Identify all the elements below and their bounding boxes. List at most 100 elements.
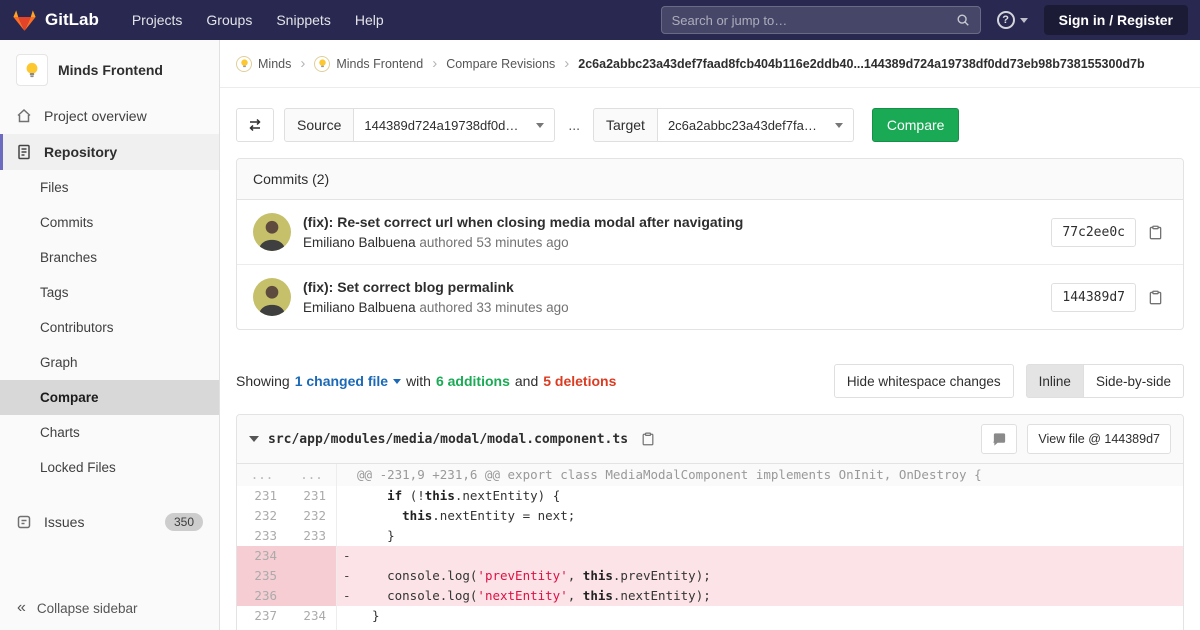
commit-author-avatar[interactable] bbox=[253, 213, 291, 251]
breadcrumb-item[interactable]: Minds Frontend bbox=[314, 56, 423, 72]
diff-new-line-number[interactable]: 231 bbox=[287, 486, 337, 506]
diff-line: 238235 bbox=[237, 626, 1183, 630]
nav-item-help[interactable]: Help bbox=[344, 6, 395, 34]
commits-panel-title: Commits (2) bbox=[237, 159, 1183, 200]
commit-author-link[interactable]: Emiliano Balbuena bbox=[303, 300, 416, 315]
showing-label: Showing bbox=[236, 373, 290, 389]
diff-line: 237234 } bbox=[237, 606, 1183, 626]
collapse-diff-icon[interactable] bbox=[249, 436, 259, 442]
sidebar-item-charts[interactable]: Charts bbox=[0, 415, 219, 450]
diff-code-line: - console.log('nextEntity', this.nextEnt… bbox=[337, 586, 1183, 606]
diff-code-line bbox=[337, 626, 1183, 630]
commit-title-link[interactable]: (fix): Re-set correct url when closing m… bbox=[303, 214, 1051, 230]
revision-range-separator: ... bbox=[568, 117, 580, 133]
copy-commit-sha-button[interactable] bbox=[1144, 286, 1167, 309]
side-by-side-view-button[interactable]: Side-by-side bbox=[1084, 364, 1184, 398]
gitlab-home-link[interactable]: GitLab bbox=[12, 8, 99, 33]
diff-new-line-number[interactable] bbox=[287, 546, 337, 566]
changed-files-dropdown[interactable]: 1 changed file bbox=[295, 373, 401, 389]
project-context-header[interactable]: Minds Frontend bbox=[0, 40, 219, 98]
commit-sha-button[interactable]: 77c2ee0c bbox=[1051, 218, 1136, 247]
nav-item-groups[interactable]: Groups bbox=[195, 6, 263, 34]
sidebar-item-files[interactable]: Files bbox=[0, 170, 219, 205]
project-name: Minds Frontend bbox=[58, 62, 163, 78]
swap-revisions-button[interactable] bbox=[236, 108, 274, 142]
hide-whitespace-button[interactable]: Hide whitespace changes bbox=[834, 364, 1014, 398]
diff-new-line-number[interactable] bbox=[287, 586, 337, 606]
collapse-sidebar-label: Collapse sidebar bbox=[37, 601, 138, 616]
nav-item-projects[interactable]: Projects bbox=[121, 6, 194, 34]
collapse-sidebar-button[interactable]: « Collapse sidebar bbox=[0, 586, 219, 630]
commit-title-link[interactable]: (fix): Set correct blog permalink bbox=[303, 279, 1051, 295]
project-sidebar: Minds Frontend Project overview Reposito… bbox=[0, 40, 220, 630]
changed-files-label: 1 changed file bbox=[295, 373, 388, 389]
diff-file-path[interactable]: src/app/modules/media/modal/modal.compon… bbox=[268, 432, 628, 447]
diff-old-line-number[interactable]: 232 bbox=[237, 506, 287, 526]
view-file-button[interactable]: View file @ 144389d7 bbox=[1027, 424, 1171, 454]
sidebar-item-branches[interactable]: Branches bbox=[0, 240, 219, 275]
sidebar-item-graph[interactable]: Graph bbox=[0, 345, 219, 380]
diff-new-line-number[interactable]: 232 bbox=[287, 506, 337, 526]
help-dropdown[interactable]: ? bbox=[997, 11, 1028, 29]
diff-code-line: @@ -231,9 +231,6 @@ export class MediaMo… bbox=[337, 464, 1183, 486]
chevron-down-icon bbox=[536, 123, 544, 128]
target-revision-group: Target 2c6a2abbc23a43def7fa… bbox=[593, 108, 854, 142]
breadcrumb-item[interactable]: Minds bbox=[236, 56, 291, 72]
breadcrumb: Minds›Minds Frontend›Compare Revisions›2… bbox=[220, 40, 1200, 88]
copy-commit-sha-button[interactable] bbox=[1144, 221, 1167, 244]
chevron-down-icon bbox=[835, 123, 843, 128]
nav-item-snippets[interactable]: Snippets bbox=[265, 6, 341, 34]
issues-count-badge: 350 bbox=[165, 513, 203, 531]
breadcrumb-separator-icon: › bbox=[300, 55, 305, 72]
sidebar-item-contributors[interactable]: Contributors bbox=[0, 310, 219, 345]
navbar-menu: ProjectsGroupsSnippetsHelp bbox=[121, 6, 395, 34]
diff-old-line-number: ... bbox=[237, 464, 287, 486]
inline-view-button[interactable]: Inline bbox=[1026, 364, 1084, 398]
diff-old-line-number[interactable]: 238 bbox=[237, 626, 287, 630]
diff-line: 232232 this.nextEntity = next; bbox=[237, 506, 1183, 526]
breadcrumb-separator-icon: › bbox=[564, 55, 569, 72]
diff-old-line-number[interactable]: 236 bbox=[237, 586, 287, 606]
sign-in-register-button[interactable]: Sign in / Register bbox=[1044, 5, 1188, 35]
diff-line: 231231 if (!this.nextEntity) { bbox=[237, 486, 1183, 506]
chevron-down-icon bbox=[1020, 18, 1028, 23]
sidebar-item-label: Repository bbox=[44, 144, 117, 160]
repository-icon bbox=[16, 144, 32, 160]
sidebar-item-commits[interactable]: Commits bbox=[0, 205, 219, 240]
diff-old-line-number[interactable]: 237 bbox=[237, 606, 287, 626]
target-revision-dropdown[interactable]: 2c6a2abbc23a43def7fa… bbox=[658, 108, 854, 142]
source-revision-dropdown[interactable]: 144389d724a19738df0d… bbox=[354, 108, 555, 142]
sidebar-item-locked-files[interactable]: Locked Files bbox=[0, 450, 219, 485]
diff-old-line-number[interactable]: 231 bbox=[237, 486, 287, 506]
commit-author-link[interactable]: Emiliano Balbuena bbox=[303, 235, 416, 250]
search-input[interactable] bbox=[672, 13, 948, 28]
sidebar-item-repository[interactable]: Repository bbox=[0, 134, 219, 170]
target-revision-value: 2c6a2abbc23a43def7fa… bbox=[668, 118, 817, 133]
home-icon bbox=[16, 108, 32, 124]
commit-sha-button[interactable]: 144389d7 bbox=[1051, 283, 1136, 312]
commit-author-avatar[interactable] bbox=[253, 278, 291, 316]
sidebar-item-issues[interactable]: Issues 350 bbox=[0, 503, 219, 541]
diff-new-line-number[interactable] bbox=[287, 566, 337, 586]
diff-old-line-number[interactable]: 233 bbox=[237, 526, 287, 546]
commits-panel: Commits (2) (fix): Re-set correct url wh… bbox=[236, 158, 1184, 330]
diff-new-line-number[interactable]: 235 bbox=[287, 626, 337, 630]
sidebar-item-project-overview[interactable]: Project overview bbox=[0, 98, 219, 134]
top-navbar: GitLab ProjectsGroupsSnippetsHelp ? Sign… bbox=[0, 0, 1200, 40]
compare-button[interactable]: Compare bbox=[872, 108, 960, 142]
global-search-box[interactable] bbox=[661, 6, 981, 34]
diff-new-line-number[interactable]: 233 bbox=[287, 526, 337, 546]
toggle-comments-button[interactable] bbox=[981, 424, 1017, 454]
main-content: Minds›Minds Frontend›Compare Revisions›2… bbox=[220, 40, 1200, 630]
copy-file-path-button[interactable] bbox=[637, 428, 659, 450]
diff-line: 234- bbox=[237, 546, 1183, 566]
diff-old-line-number[interactable]: 234 bbox=[237, 546, 287, 566]
search-icon bbox=[956, 13, 970, 27]
sidebar-item-compare[interactable]: Compare bbox=[0, 380, 219, 415]
diff-old-line-number[interactable]: 235 bbox=[237, 566, 287, 586]
and-label: and bbox=[515, 373, 538, 389]
diff-line: 235- console.log('prevEntity', this.prev… bbox=[237, 566, 1183, 586]
diff-new-line-number[interactable]: 234 bbox=[287, 606, 337, 626]
breadcrumb-item[interactable]: Compare Revisions bbox=[446, 57, 555, 71]
sidebar-item-tags[interactable]: Tags bbox=[0, 275, 219, 310]
